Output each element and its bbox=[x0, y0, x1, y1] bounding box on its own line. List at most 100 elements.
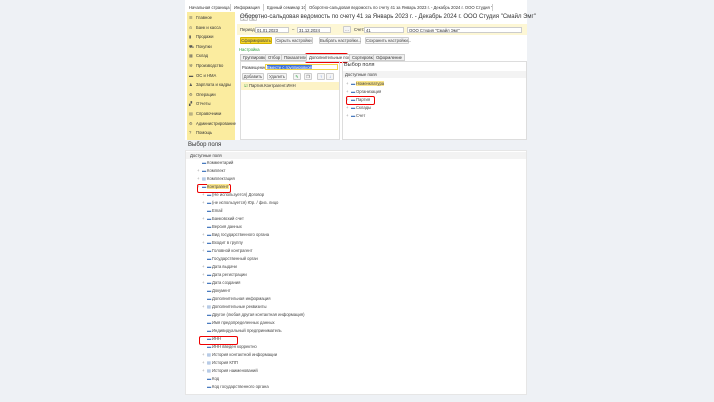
sidebar-icon: ▦ bbox=[189, 53, 193, 59]
move-down-icon[interactable]: ↓ bbox=[326, 73, 334, 80]
generate-button[interactable]: Сформировать bbox=[240, 37, 272, 44]
move-up-icon[interactable]: ↑ bbox=[317, 73, 325, 80]
date-from-field[interactable]: 01.01.2023 bbox=[255, 27, 289, 33]
sidebar-item[interactable]: ? Помощь bbox=[187, 128, 235, 138]
edit-icon[interactable]: ✎ bbox=[293, 73, 301, 80]
tree-item-label: Головной контрагент bbox=[212, 248, 253, 253]
field-label: Организация bbox=[356, 89, 382, 94]
tree-item[interactable]: ▬Код bbox=[202, 375, 219, 383]
add-button[interactable]: Добавить bbox=[242, 73, 264, 80]
tree-item-label: ИНН bbox=[212, 336, 222, 341]
save-settings-button[interactable]: Сохранить настройки... bbox=[365, 37, 411, 44]
selected-field-row[interactable]: ☑ Партия.Контрагент.ИНН bbox=[241, 82, 339, 90]
sidebar-icon: ▬ bbox=[189, 72, 194, 78]
field-item[interactable]: + ▬Склады bbox=[346, 104, 371, 112]
date-to-field[interactable]: 31.12.2024 bbox=[297, 27, 331, 33]
tree-item[interactable]: ▬Имя предопределенных данных bbox=[202, 319, 275, 327]
tree-item[interactable]: + ▤Дополнительные реквизиты bbox=[202, 303, 267, 311]
placement-field[interactable]: Вместе с группировкой bbox=[267, 65, 312, 69]
tree-item[interactable]: ▬Код государственного органа bbox=[202, 383, 269, 391]
tree-item[interactable]: + ▬Комплект bbox=[197, 167, 225, 175]
sidebar-item-label: Справочники bbox=[196, 111, 222, 116]
checkbox-icon[interactable]: ☑ bbox=[244, 83, 248, 88]
sidebar-item[interactable]: ♟ Зарплата и кадры bbox=[187, 80, 235, 90]
organization-field[interactable]: ООО Студия "Смайл Эмг" bbox=[407, 27, 522, 33]
tree-item[interactable]: ▬ИНН bbox=[202, 335, 221, 343]
sidebar-item[interactable]: ⊙ Банк и касса bbox=[187, 23, 235, 33]
account-field[interactable]: 41 bbox=[364, 27, 404, 33]
tree-item-label: (Не используется) Договор bbox=[212, 192, 265, 197]
choose-settings-button[interactable]: Выбрать настройки... bbox=[319, 37, 361, 44]
tree-item-label: (не используется) Юр. / физ. лицо bbox=[212, 200, 279, 205]
hide-settings-button[interactable]: Скрыть настройки bbox=[275, 37, 313, 44]
tree-item[interactable]: + ▤История наименований bbox=[202, 367, 258, 375]
field-item[interactable]: + ▬Счет bbox=[346, 112, 365, 120]
tree-item[interactable]: + ▬Дата создания bbox=[202, 279, 240, 287]
tree-item[interactable]: + ▬Контрагент bbox=[197, 183, 229, 191]
tree-item[interactable]: ▬Другое (любая другая контактная информа… bbox=[202, 311, 304, 319]
tree-item[interactable]: + ▤История контактной информации bbox=[202, 351, 277, 359]
sidebar-icon: ▮ bbox=[189, 34, 192, 40]
sidebar-icon: ▞ bbox=[189, 101, 193, 107]
copy-icon[interactable]: ❐ bbox=[304, 73, 312, 80]
tree-item[interactable]: ▬Комментарий bbox=[197, 159, 233, 167]
tree-item[interactable]: + ▬Дата выдачи bbox=[202, 263, 237, 271]
sidebar-icon: ♟ bbox=[189, 82, 193, 88]
tree-item[interactable]: + ▬Вид государственного органа bbox=[202, 231, 269, 239]
tree-item[interactable]: ▬Дополнительная информация bbox=[202, 295, 271, 303]
sidebar-item[interactable]: ▬ ОС и НМА bbox=[187, 71, 235, 81]
window-tab[interactable]: Начальная страница bbox=[187, 4, 231, 11]
tree-item[interactable]: + ▬Банковский счет bbox=[202, 215, 244, 223]
field-item[interactable]: + ▬Номенклатура bbox=[346, 80, 385, 88]
tree-item[interactable]: ▬ИНН введен корректно bbox=[202, 343, 257, 351]
tree-item[interactable]: ▬Государственный орган bbox=[202, 255, 258, 263]
tree-item-label: Комплект bbox=[207, 168, 226, 173]
settings-link[interactable]: Настройка bbox=[239, 47, 260, 52]
tree-item[interactable]: + ▬(Не используется) Договор bbox=[202, 191, 264, 199]
tree-item[interactable]: + ▬Головной контрагент bbox=[202, 247, 253, 255]
tree-item-label: Дата регистрации bbox=[212, 272, 247, 277]
window-tab[interactable]: Единый семинар 1С bbox=[265, 4, 306, 11]
tree-item[interactable]: + ▬Входит в группу bbox=[202, 239, 243, 247]
sidebar-item[interactable]: ⚙ Администрирование bbox=[187, 119, 236, 129]
tree-item-label: История наименований bbox=[212, 368, 258, 373]
tree-item-label: Другое (любая другая контактная информац… bbox=[212, 312, 305, 317]
tree-item-label: Код государственного органа bbox=[212, 384, 269, 389]
tree-item-label: История КПП bbox=[212, 360, 238, 365]
right-panel-title: Выбор поля bbox=[344, 62, 375, 68]
window-tab[interactable]: Информация bbox=[232, 4, 264, 11]
sidebar-item[interactable]: ⚒ Производство bbox=[187, 61, 235, 71]
tree-item[interactable]: ▬Email bbox=[202, 207, 222, 215]
sidebar-item-label: Банк и касса bbox=[196, 24, 221, 30]
sidebar-item[interactable]: ▞ Отчеты bbox=[187, 99, 235, 109]
sidebar-icon: ☰ bbox=[189, 15, 193, 20]
sidebar-item[interactable]: ⚙ Операции bbox=[187, 90, 235, 100]
tree-item[interactable]: + ▬(не используется) Юр. / физ. лицо bbox=[202, 199, 278, 207]
account-label: Счет: bbox=[354, 27, 365, 32]
field-label: Склады bbox=[356, 105, 372, 110]
sidebar-item[interactable]: ▤ Справочники bbox=[187, 109, 235, 119]
sidebar-item[interactable]: ⛟ Покупки bbox=[187, 42, 235, 52]
field-item[interactable]: + ▬Организация bbox=[346, 88, 381, 96]
field-item[interactable]: + ▬Партия bbox=[346, 96, 370, 104]
bottom-title: Выбор поля bbox=[188, 142, 222, 148]
sidebar-item[interactable]: ☰ Главное bbox=[187, 13, 235, 23]
period-dash: – bbox=[292, 27, 295, 32]
sidebar-item[interactable]: ▮ Продажи bbox=[187, 32, 235, 42]
tree-item[interactable]: + ▤Комплектация bbox=[197, 175, 235, 183]
tree-item[interactable]: ▬Индивидуальный предприниматель bbox=[202, 327, 282, 335]
tree-item[interactable]: + ▤История КПП bbox=[202, 359, 238, 367]
delete-button[interactable]: Удалить bbox=[267, 73, 287, 80]
tree-item-label: Код bbox=[212, 376, 220, 381]
sidebar-icon: ⛟ bbox=[189, 43, 195, 49]
tree-item[interactable]: ▬Версия данных bbox=[202, 223, 242, 231]
settings-tab[interactable]: Оформление bbox=[373, 54, 405, 61]
tree-item[interactable]: + ▬Дата регистрации bbox=[202, 271, 247, 279]
window-tab[interactable]: Оборотно-сальдовая ведомость по счету 41… bbox=[307, 4, 493, 11]
field-label: Номенклатура bbox=[356, 81, 385, 86]
tree-item[interactable]: ▬Документ bbox=[202, 287, 231, 295]
sidebar-item-label: Операции bbox=[196, 91, 216, 97]
period-select-button[interactable]: ... bbox=[343, 26, 351, 33]
sidebar-item[interactable]: ▦ Склад bbox=[187, 51, 235, 61]
page-title: Оборотно-сальдовая ведомость по счету 41… bbox=[240, 14, 536, 20]
